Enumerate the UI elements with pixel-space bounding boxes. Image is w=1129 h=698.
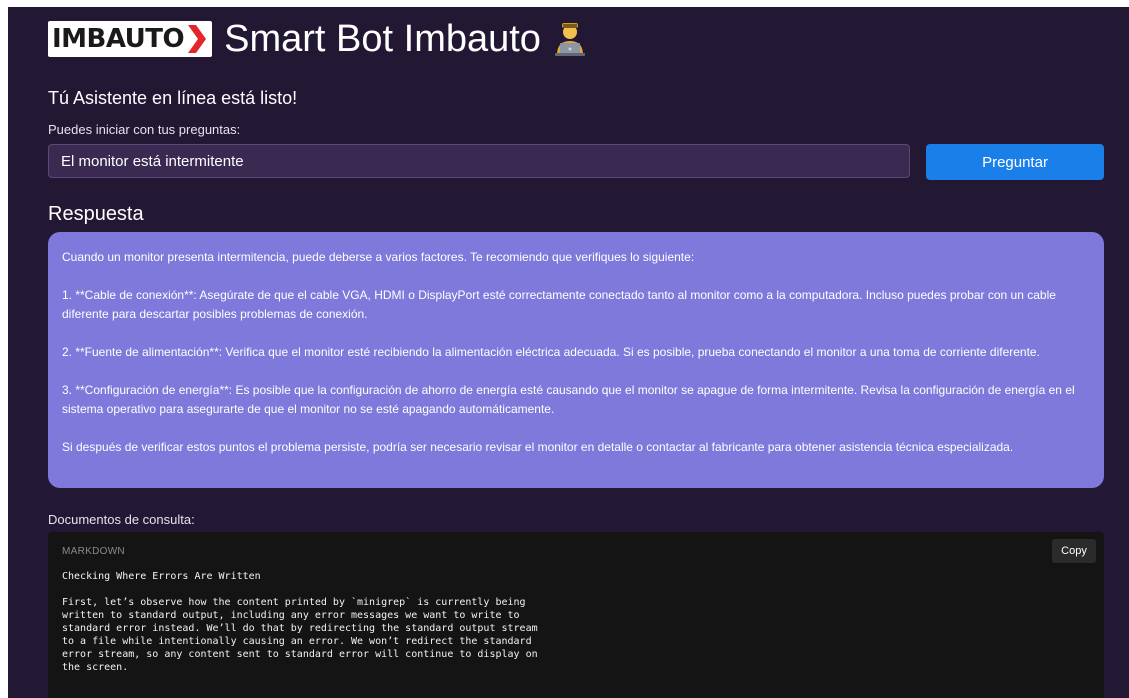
- technologist-emoji-icon: [554, 23, 585, 56]
- question-prompt-label: Puedes iniciar con tus preguntas:: [48, 122, 241, 137]
- answer-paragraph: 1. **Cable de conexión**: Asegúrate de q…: [62, 288, 1056, 321]
- red-chevron-icon: [188, 25, 207, 53]
- imbauto-logo: IMBAUTO: [48, 21, 213, 57]
- app-window: IMBAUTO Smart Bot Imbauto Tú Asistente e…: [8, 7, 1129, 698]
- page-title: Smart Bot Imbauto: [224, 17, 541, 60]
- code-language-label: MARKDOWN: [62, 546, 125, 557]
- ask-button-label: Preguntar: [982, 153, 1048, 171]
- question-input[interactable]: El monitor está intermitente: [48, 144, 910, 178]
- question-input-value: El monitor está intermitente: [61, 152, 244, 170]
- answer-box: Cuando un monitor presenta intermitencia…: [48, 232, 1104, 488]
- answer-paragraph: Si después de verificar estos puntos el …: [62, 440, 1014, 454]
- ask-button[interactable]: Preguntar: [926, 144, 1104, 180]
- reference-documents-label: Documentos de consulta:: [48, 512, 195, 527]
- answer-paragraph: 3. **Configuración de energía**: Es posi…: [62, 383, 1075, 416]
- header: IMBAUTO Smart Bot Imbauto: [48, 13, 587, 65]
- answer-paragraph: 2. **Fuente de alimentación**: Verifica …: [62, 345, 1040, 359]
- code-block: MARKDOWN Copy Checking Where Errors Are …: [48, 532, 1104, 698]
- code-content: Checking Where Errors Are Written First,…: [62, 571, 538, 673]
- logo-text: IMBAUTO: [52, 24, 185, 54]
- assistant-ready-subtitle: Tú Asistente en línea está listo!: [48, 88, 298, 108]
- copy-button[interactable]: Copy: [1052, 539, 1096, 563]
- answer-heading: Respuesta: [48, 203, 144, 225]
- copy-button-label: Copy: [1061, 545, 1087, 557]
- answer-paragraph: Cuando un monitor presenta intermitencia…: [62, 250, 695, 264]
